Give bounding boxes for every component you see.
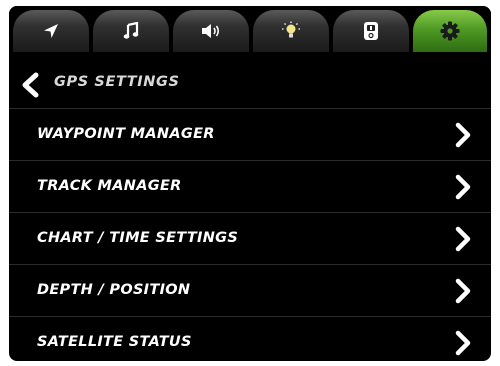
gps-settings-screen: GPS SETTINGS WAYPOINT MANAGER TRACK MANA… [9,6,491,361]
screen-header: GPS SETTINGS [9,60,491,107]
chevron-right-icon [455,226,471,252]
menu-item-label: CHART / TIME SETTINGS [37,230,239,246]
tab-remote[interactable] [333,10,409,52]
menu-item-satellite-status[interactable]: SATELLITE STATUS [9,317,491,361]
music-note-icon [123,22,139,39]
speaker-icon [202,24,220,38]
tab-music[interactable] [93,10,169,52]
menu-item-label: SATELLITE STATUS [37,334,192,350]
menu-item-label: WAYPOINT MANAGER [37,126,215,142]
menu-item-label: TRACK MANAGER [37,178,182,194]
tab-settings[interactable] [413,10,487,52]
menu-item-chart-time-settings[interactable]: CHART / TIME SETTINGS [9,213,491,264]
chevron-right-icon [455,174,471,200]
chevron-right-icon [455,122,471,148]
menu-item-waypoint-manager[interactable]: WAYPOINT MANAGER [9,109,491,160]
menu-item-depth-position[interactable]: DEPTH / POSITION [9,265,491,316]
chevron-right-icon [455,278,471,304]
menu-item-label: DEPTH / POSITION [37,282,191,298]
light-bulb-icon [282,21,300,38]
page-title: GPS SETTINGS [54,74,180,90]
menu-item-track-manager[interactable]: TRACK MANAGER [9,161,491,212]
remote-icon [364,22,378,40]
top-tab-bar [9,6,491,52]
tab-volume[interactable] [173,10,249,52]
chevron-left-icon[interactable] [19,72,41,98]
tab-lighting[interactable] [253,10,329,52]
navigation-arrow-icon [44,24,58,38]
chevron-right-icon [455,330,471,356]
tab-navigation[interactable] [13,10,89,52]
gear-icon [440,21,460,41]
